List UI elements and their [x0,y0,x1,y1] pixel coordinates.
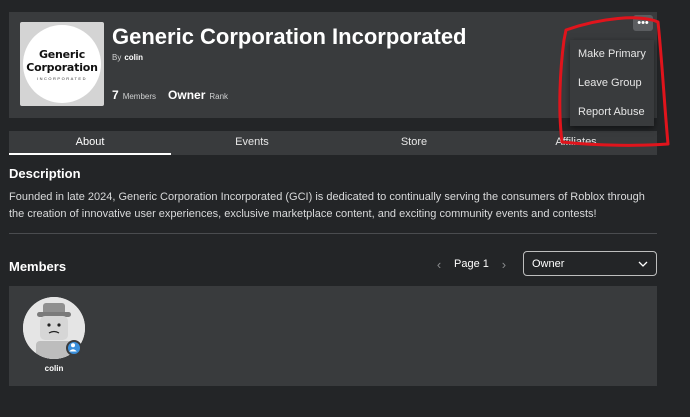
members-count: 7 [112,88,119,102]
owner-link[interactable]: colin [124,53,143,62]
member-name[interactable]: colin [23,364,85,373]
more-options-menu: Make Primary Leave Group Report Abuse [570,40,654,126]
menu-item-report-abuse[interactable]: Report Abuse [570,99,654,128]
description-text: Founded in late 2024, Generic Corporatio… [9,191,645,220]
group-header: Generic Corporation INCORPORATED Generic… [9,12,657,118]
more-options-button[interactable]: ••• [633,15,653,31]
members-count-label: Members [122,92,157,101]
chevron-right-icon[interactable]: › [497,257,511,272]
group-logo: Generic Corporation INCORPORATED [20,22,104,106]
description-heading: Description [9,166,81,181]
tab-about[interactable]: About [9,131,171,155]
verified-user-badge-icon [66,340,82,356]
menu-item-make-primary[interactable]: Make Primary [570,41,654,70]
role-filter-select[interactable]: Owner [523,251,657,276]
member-card[interactable]: colin [23,297,85,373]
chevron-left-icon[interactable]: ‹ [432,257,446,272]
rank-value: Owner [168,88,206,102]
group-stats: 7 Members Owner Rank [112,88,240,102]
menu-item-leave-group[interactable]: Leave Group [570,70,654,99]
members-list: colin [9,286,657,386]
page-indicator: Page 1 [454,258,489,270]
role-filter-value: Owner [532,257,565,270]
chevron-down-icon [638,261,648,267]
group-title: Generic Corporation Incorporated [112,24,467,49]
group-owner: By colin [112,53,143,62]
logo-text-line1: Generic [38,47,86,61]
tab-affiliates[interactable]: Affiliates [495,131,657,155]
group-tabs: About Events Store Affiliates [9,131,657,155]
members-pager: ‹ Page 1 › [432,255,511,273]
owner-prefix: By [112,53,122,62]
rank-label: Rank [209,92,229,101]
logo-text-line3: INCORPORATED [37,75,87,81]
logo-text-line2: Corporation [26,60,98,74]
members-heading: Members [9,259,67,274]
avatar[interactable] [23,297,85,359]
section-divider [9,233,657,234]
tab-store[interactable]: Store [333,131,495,155]
group-logo-emblem: Generic Corporation INCORPORATED [23,25,101,103]
tab-events[interactable]: Events [171,131,333,155]
